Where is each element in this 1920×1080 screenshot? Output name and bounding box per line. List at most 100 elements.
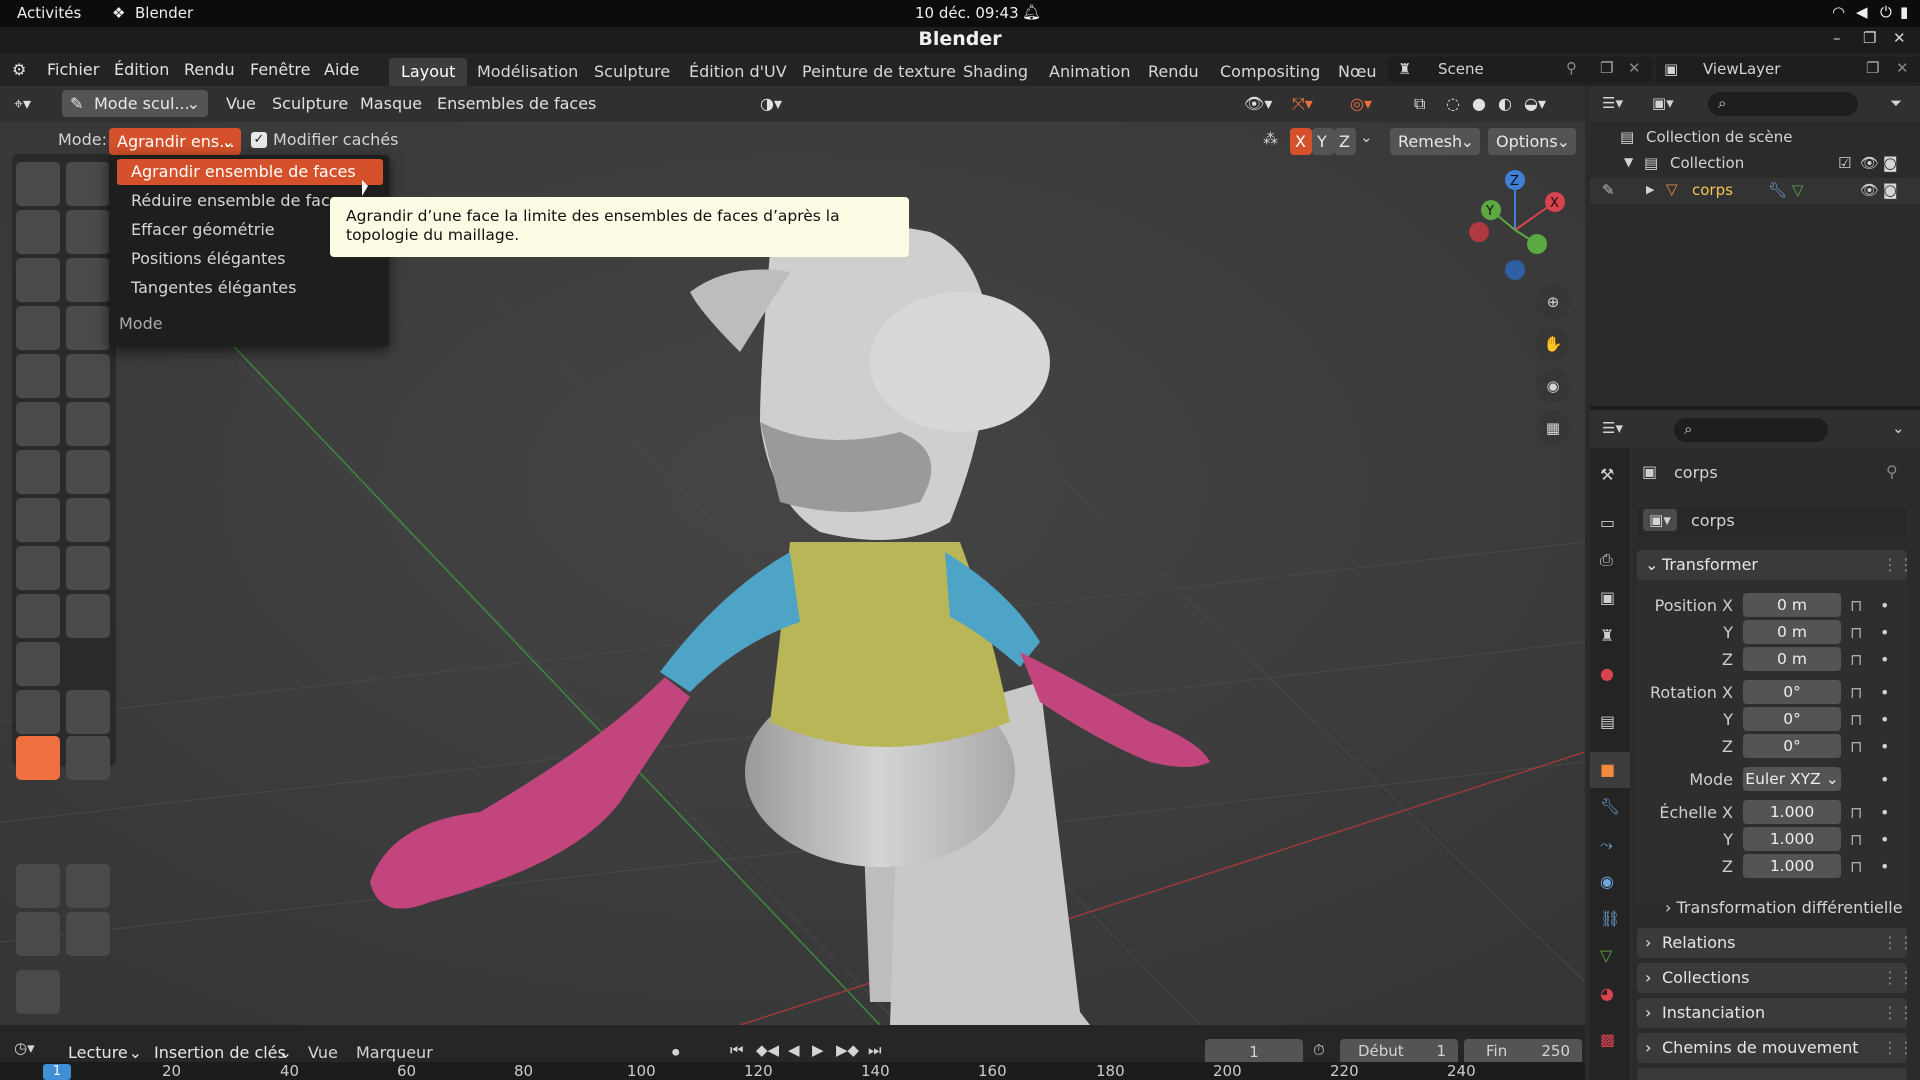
tool-annotate-icon[interactable] — [16, 970, 60, 1014]
keyframe-dot-icon[interactable]: • — [1880, 683, 1889, 702]
tool-slide-relax-icon[interactable] — [66, 498, 110, 542]
tool-face-set-paint-icon[interactable] — [16, 690, 60, 734]
blender-logo-icon[interactable]: ⚙ — [12, 53, 26, 86]
tool-blob-icon[interactable] — [16, 258, 60, 302]
tab-modelisation[interactable]: Modélisation — [465, 58, 590, 86]
close-icon[interactable]: ✕ — [1893, 29, 1906, 47]
tool-edit-face-set-icon[interactable] — [16, 736, 60, 780]
keyframe-dot-icon[interactable]: • — [1880, 857, 1889, 876]
playhead[interactable]: 1 — [43, 1064, 71, 1080]
tool-thumb-icon[interactable] — [66, 450, 110, 494]
lock-icon[interactable]: ⊓ — [1850, 830, 1862, 849]
filter-icon[interactable]: ⏷ — [1890, 94, 1902, 112]
tool-mesh-filter-icon[interactable] — [66, 594, 110, 638]
drag-handle-icon[interactable]: ⋮⋮ — [1882, 928, 1914, 958]
tool-lasso-icon[interactable] — [16, 594, 60, 638]
tool-inflate-icon[interactable] — [66, 210, 110, 254]
menu-ensembles-faces[interactable]: Ensembles de faces — [437, 86, 596, 122]
app-name[interactable]: Blender — [135, 4, 193, 22]
tool-mask-by-color-icon[interactable] — [66, 736, 110, 780]
object-data-icon[interactable]: ▣▾ — [1643, 509, 1677, 531]
solid-shading-icon[interactable]: ● — [1472, 86, 1486, 122]
material-tab-icon[interactable]: ◕ — [1600, 984, 1614, 1003]
menu-item-agrandir[interactable]: Agrandir ensemble de faces — [117, 159, 383, 185]
data-tab-icon[interactable]: ▽ — [1600, 946, 1612, 965]
tool-mask-icon[interactable] — [16, 546, 60, 590]
jump-end-icon[interactable]: ⏭ — [868, 1041, 882, 1059]
menu-vue[interactable]: Vue — [226, 86, 256, 122]
lock-icon[interactable]: ⊓ — [1850, 857, 1862, 876]
tab-noeuds[interactable]: Nœu — [1326, 58, 1378, 86]
rotation-x-field[interactable]: 0° — [1743, 680, 1841, 704]
keyframe-dot-icon[interactable]: • — [1880, 623, 1889, 642]
remesh-dropdown[interactable]: Remesh ⌄ — [1390, 128, 1480, 155]
modifier-hidden-checkbox[interactable]: ✓ — [251, 132, 267, 148]
activities-button[interactable]: Activités — [17, 4, 81, 22]
xray-icon[interactable]: ⧉ — [1414, 86, 1425, 122]
tool-elastic-icon[interactable] — [66, 402, 110, 446]
tool-pinch-icon[interactable] — [66, 354, 110, 398]
tool-multires-icon[interactable] — [16, 354, 60, 398]
timeline-marqueur-menu[interactable]: Marqueur — [356, 1043, 433, 1062]
tool-rotate-brush-icon[interactable] — [16, 498, 60, 542]
tab-sculpture[interactable]: Sculpture — [582, 58, 682, 86]
tool-clay-icon[interactable] — [66, 162, 110, 206]
keyframe-dot-icon[interactable]: • — [1880, 770, 1889, 789]
overlay-icon[interactable]: ◎▾ — [1350, 86, 1372, 122]
tool-flatten-icon[interactable] — [66, 306, 110, 350]
particles-tab-icon[interactable]: ⤳ — [1600, 835, 1613, 855]
mode-dropdown[interactable]: ✎ Mode scul... ⌄ — [62, 90, 208, 117]
tool-smooth-icon[interactable] — [16, 306, 60, 350]
tool-cloth-icon[interactable] — [16, 642, 60, 686]
options-dropdown[interactable]: Options ⌄ — [1488, 128, 1576, 155]
eye-icon[interactable]: 👁︎ — [1860, 181, 1879, 199]
tool-box-mask-icon[interactable] — [66, 546, 110, 590]
eye-icon[interactable]: 👁︎ — [1860, 154, 1879, 172]
tool-face-set-box-icon[interactable] — [66, 690, 110, 734]
menu-edition[interactable]: Édition — [114, 53, 169, 86]
delete-viewlayer-icon[interactable]: ✕ — [1896, 59, 1909, 77]
collection-label[interactable]: Collection — [1670, 154, 1744, 172]
physics-tab-icon[interactable]: ◉ — [1600, 872, 1614, 891]
outliner-row-corps[interactable]: ✎ ▶ ▽ corps 🔧︎ ▽ 👁︎ ◙ — [1590, 178, 1920, 204]
zoom-icon[interactable]: ⊕ — [1536, 285, 1570, 319]
face-set-mode-dropdown[interactable]: Agrandir ens... ⌄ — [109, 128, 241, 155]
symmetry-icon[interactable]: ⁂ — [1263, 130, 1278, 148]
collection-tab-icon[interactable]: ▤ — [1600, 712, 1615, 731]
navigation-gizmo[interactable]: Z X Y — [1455, 170, 1575, 290]
shading-pivot-icon[interactable]: ◑▾ — [760, 86, 782, 122]
lock-icon[interactable]: ⊓ — [1850, 596, 1862, 615]
rotation-mode-dropdown[interactable]: Euler XYZ ⌄ — [1743, 767, 1841, 791]
lock-icon[interactable]: ⊓ — [1850, 737, 1862, 756]
material-shading-icon[interactable]: ◐ — [1498, 86, 1512, 122]
tab-edition-uv[interactable]: Édition d'UV — [677, 58, 799, 86]
camera-render-icon[interactable]: ◙ — [1883, 181, 1898, 199]
tab-rendu[interactable]: Rendu — [1136, 58, 1211, 86]
wireframe-shading-icon[interactable]: ◌ — [1446, 86, 1460, 122]
outliner-search-input[interactable]: ⌕ — [1708, 92, 1858, 116]
view-layer-tab-icon[interactable]: ▣ — [1600, 588, 1615, 607]
pan-hand-icon[interactable]: ✋ — [1536, 327, 1570, 361]
rotation-z-field[interactable]: 0° — [1743, 734, 1841, 758]
keyframe-dot-icon[interactable]: • — [1880, 803, 1889, 822]
drag-handle-icon[interactable]: ⋮⋮ — [1882, 998, 1914, 1028]
mirror-x-toggle[interactable]: X — [1290, 128, 1312, 155]
chevron-down-icon[interactable]: ⌄ — [1892, 419, 1905, 437]
keyframe-dot-icon[interactable]: • — [1880, 737, 1889, 756]
scale-x-field[interactable]: 1.000 — [1743, 800, 1841, 824]
display-mode-icon[interactable]: ▣▾ — [1652, 94, 1674, 112]
drag-handle-icon[interactable]: ⋮⋮ — [1882, 963, 1914, 993]
lock-icon[interactable]: ⊓ — [1850, 710, 1862, 729]
keyframe-dot-icon[interactable]: • — [1880, 596, 1889, 615]
tab-layout[interactable]: Layout — [389, 58, 468, 86]
tab-peinture-texture[interactable]: Peinture de texture — [790, 58, 968, 86]
keyframe-dot-icon[interactable]: • — [1880, 650, 1889, 669]
pin-icon[interactable]: ⚲ — [1566, 59, 1577, 77]
scene-collection-label[interactable]: Collection de scène — [1646, 128, 1793, 146]
new-viewlayer-icon[interactable]: ❐ — [1866, 59, 1879, 77]
perspective-grid-icon[interactable]: ▦ — [1536, 411, 1570, 445]
expand-arrow-icon[interactable]: ▼ — [1624, 155, 1633, 169]
tool-transform-icon[interactable] — [66, 912, 110, 956]
gizmo-toggle-icon[interactable]: ⤧▾ — [1292, 86, 1313, 122]
editor-type-icon[interactable]: ⌖▾ — [14, 86, 31, 122]
